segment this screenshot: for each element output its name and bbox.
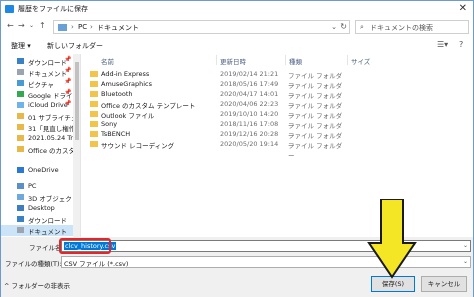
folder-icon [58,24,67,31]
help-icon[interactable]: ? [459,40,463,49]
file-row[interactable]: Office のカスタム テンプレート 2020/04/06 22:23 ファイル … [88,100,348,120]
nav-item-folder[interactable]: 2021.05.24 Trek [1,133,80,144]
hide-folders-button[interactable]: ^ フォルダーの非表示 [4,280,70,290]
nav-item-icloud[interactable]: iCloud Drive 📌 [1,100,73,111]
document-icon [17,69,24,75]
document-icon [17,227,24,233]
search-box[interactable]: ⌕ ドキュメントの検索 [355,20,469,34]
column-header-name[interactable]: 名前 [101,56,114,66]
toolbar: 整理 ▾ 新しいフォルダー ☰▾ ? [1,39,473,53]
download-icon [17,216,24,222]
title-bar: 履歴をファイルに保存 ✕ [1,1,473,17]
navigation-pane: ダウンロード 📌 ドキュメント 📌 ピクチャ 📌 Google ドライ 📌 iCloud… [1,54,81,237]
folder-icon [90,71,98,77]
nav-item-pictures[interactable]: ピクチャ 📌 [1,78,73,89]
scroll-thumb[interactable] [75,62,79,140]
column-header-date[interactable]: 更新日時 [220,56,246,66]
pin-icon: 📌 [64,56,72,63]
folder-icon [90,111,98,117]
folder-icon [90,91,98,97]
cancel-button[interactable]: キャンセル [421,276,467,292]
cloud-icon [17,167,24,173]
file-row[interactable]: Add-in Express 2019/02/14 21:21 ファイル フォルダー [88,70,348,90]
nav-item-documents[interactable]: ドキュメント [1,225,73,236]
computer-icon [17,183,24,189]
column-header-size[interactable]: サイズ [351,56,370,66]
cloud-icon [17,102,24,108]
search-placeholder: ドキュメントの検索 [370,24,433,32]
recent-dropdown-icon[interactable]: ⌄ [29,22,34,29]
folder-icon [17,135,24,141]
view-options-icon[interactable]: ☰▾ [437,40,448,49]
forward-icon[interactable]: → [18,21,25,30]
nav-item-documents[interactable]: ドキュメント 📌 [1,67,73,78]
nav-item-pc[interactable]: PC [1,181,73,192]
file-type-value: CSV ファイル (*.csv) [64,260,129,268]
folder-icon [17,124,24,130]
file-row[interactable]: Sony 2018/11/16 17:08 ファイル フォルダー [88,120,348,140]
desktop-icon [17,205,24,211]
new-folder-button[interactable]: 新しいフォルダー [47,41,103,51]
address-dropdown-icon[interactable]: ⌄ [331,23,337,31]
nav-item-3d-objects[interactable]: 3D オブジェクト [1,192,78,203]
annotation-highlight-box [59,238,111,254]
up-icon[interactable]: ↑ [39,21,46,30]
nav-item-google-drive[interactable]: Google ドライ 📌 [1,89,73,100]
nav-item-desktop[interactable]: Desktop [1,203,73,214]
nav-scrollbar[interactable] [73,54,80,237]
pin-icon: 📌 [64,78,72,85]
folder-icon [90,81,98,87]
download-icon [17,58,24,64]
organize-button[interactable]: 整理 ▾ [11,41,31,51]
file-row[interactable]: サウンド レコーディング 2020/05/20 19:14 ファイル フォルダー [88,140,348,160]
column-separator[interactable] [347,55,348,65]
file-row[interactable]: Bluetooth 2020/04/17 14:01 ファイル フォルダー [88,90,348,110]
close-button[interactable]: ✕ [459,3,467,14]
nav-item-downloads[interactable]: ダウンロード 📌 [1,56,73,67]
breadcrumb-documents[interactable]: ドキュメント [97,23,139,33]
breadcrumb-separator-icon: › [71,23,74,31]
breadcrumb-separator-icon: › [90,23,93,31]
google-drive-icon [17,91,24,97]
app-icon [5,5,14,13]
folder-icon [90,141,98,147]
nav-item-folder[interactable]: 01 サブライチェーン [1,111,80,122]
chevron-down-icon[interactable]: ⌄ [463,258,468,265]
pin-icon: 📌 [64,100,72,107]
column-header-type[interactable]: 種類 [289,56,302,66]
search-icon: ⌕ [360,23,364,31]
folder-icon [17,146,24,152]
file-type-label: ファイルの種類(T): [5,260,62,268]
folder-icon [90,131,98,137]
pin-icon: 📌 [64,89,72,96]
nav-item-onedrive[interactable]: OneDrive [1,165,73,176]
folder-icon [90,121,98,127]
column-separator[interactable] [216,55,217,65]
folder-icon [17,113,24,119]
save-dialog: 履歴をファイルに保存 ✕ ← → ⌄ ↑ › PC › ドキュメント ⌄ ↻ ⌕… [0,0,474,297]
window-title: 履歴をファイルに保存 [18,5,88,13]
picture-icon [17,80,24,86]
cube-icon [17,194,24,200]
nav-item-downloads[interactable]: ダウンロード [1,214,73,225]
chevron-down-icon[interactable]: ⌄ [463,242,468,249]
address-row: ← → ⌄ ↑ › PC › ドキュメント ⌄ ↻ ⌕ ドキュメントの検索 [1,17,473,37]
breadcrumb-pc[interactable]: PC [78,23,87,31]
column-separator[interactable] [285,55,286,65]
file-row[interactable]: Outlook ファイル 2019/10/10 14:20 ファイル フォルダー [88,110,348,130]
nav-item-folder[interactable]: 31「見直し権作 [1,122,75,133]
nav-item-folder[interactable]: Office のカスタム [1,144,80,155]
pin-icon: 📌 [64,67,72,74]
refresh-icon[interactable]: ↻ [340,22,347,31]
address-bar[interactable]: › PC › ドキュメント ⌄ ↻ [53,20,350,34]
annotation-arrow-icon [367,199,417,279]
file-row[interactable]: TsBENCH 2019/12/16 20:28 ファイル フォルダー [88,130,348,150]
back-icon[interactable]: ← [7,21,14,30]
file-row[interactable]: AmuseGraphics 2018/05/16 17:49 ファイル フォルダー [88,80,348,100]
folder-icon [90,101,98,107]
